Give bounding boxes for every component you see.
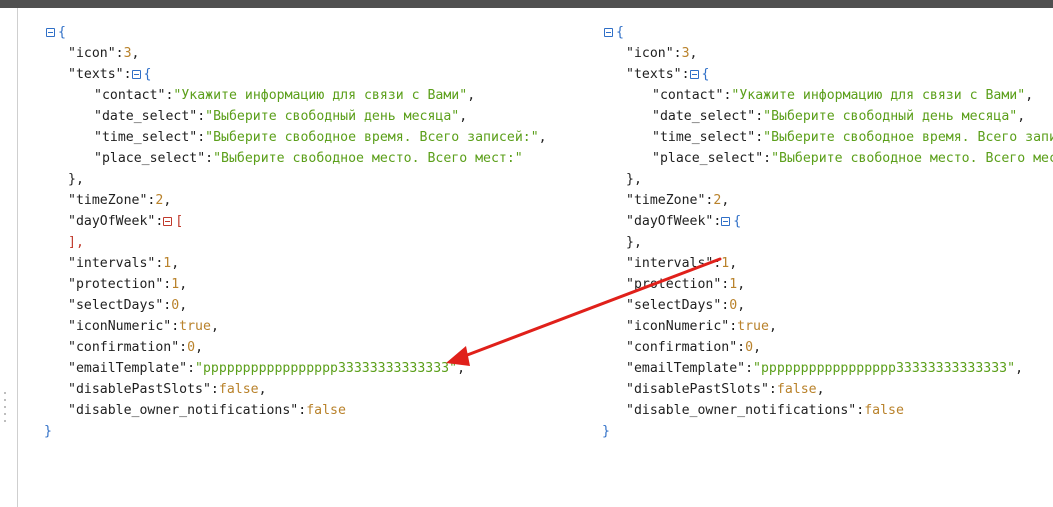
json-line-icon: "icon":3,: [626, 46, 698, 61]
top-toolbar: [0, 0, 1053, 8]
json-line-emailtemplate: "emailTemplate":"ppppppppppppppppp333333…: [626, 361, 1024, 376]
json-line-protection: "protection":1,: [626, 277, 746, 292]
json-line-place-select: "place_select":"Выберите свободное место…: [652, 151, 1053, 166]
json-line-disablepastslots: "disablePastSlots":false,: [626, 382, 825, 397]
collapse-toggle-icon[interactable]: [689, 70, 699, 79]
json-line-confirmation: "confirmation":0,: [626, 340, 762, 355]
json-line-dayofweek: "dayOfWeek":{: [626, 214, 742, 229]
json-line-intervals: "intervals":1,: [626, 256, 738, 271]
json-line-timezone: "timeZone":2,: [626, 193, 730, 208]
json-line-contact: "contact":"Укажите информацию для связи …: [652, 88, 1034, 103]
json-root-close: }: [602, 424, 610, 439]
json-line-selectdays: "selectDays":0,: [626, 298, 746, 313]
json-line-dayofweek-close: },: [626, 235, 642, 250]
json-line-time-select: "time_select":"Выберите свободное время.…: [652, 130, 1053, 145]
collapse-toggle-icon[interactable]: [721, 217, 731, 226]
json-line-iconnumeric: "iconNumeric":true,: [626, 319, 777, 334]
json-line-date-select: "date_select":"Выберите свободный день м…: [652, 109, 1026, 124]
collapse-toggle-icon[interactable]: [604, 28, 613, 37]
json-view-right: { "icon":3, "texts":{ "contact":"Укажите…: [0, 22, 1053, 452]
json-root-open: {: [604, 22, 624, 43]
json-line-disableowner: "disable_owner_notifications":false: [626, 403, 904, 418]
json-line-texts: "texts":{: [626, 67, 710, 82]
json-line-texts-close: },: [626, 172, 642, 187]
